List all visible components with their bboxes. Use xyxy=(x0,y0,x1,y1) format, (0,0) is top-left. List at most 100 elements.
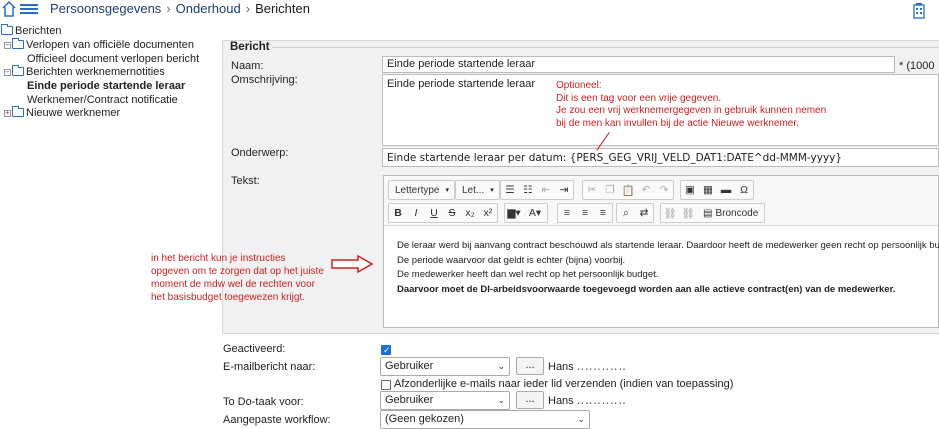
image-icon[interactable]: ▣ xyxy=(681,181,699,199)
paste-icon[interactable]: 📋 xyxy=(619,181,637,199)
chevron-down-icon: ⌄ xyxy=(497,361,505,371)
tree-item-selected[interactable]: Einde periode startende leraar xyxy=(27,79,185,93)
home-icon[interactable] xyxy=(2,1,16,17)
editor-content[interactable]: De leraar werd bij aanvang contract besc… xyxy=(384,227,939,309)
tekst-label: Tekst: xyxy=(231,175,260,187)
naam-input[interactable]: Einde periode startende leraar xyxy=(382,56,895,73)
find-icon[interactable]: ⌕ xyxy=(617,204,635,222)
tree-item-officieel[interactable]: Officieel document verlopen bericht xyxy=(27,52,199,66)
breadcrumb: Persoonsgegevens › Onderhoud › Berichten xyxy=(50,1,310,16)
numbered-list-icon[interactable]: ☰ xyxy=(501,181,519,199)
unlink-icon[interactable]: ⛓ xyxy=(679,204,697,222)
size-dropdown-label: Let... xyxy=(462,184,485,196)
link-group: ⛓ ⛓ ▤ Broncode xyxy=(660,203,766,223)
tree-item-notificatie[interactable]: Werknemer/Contract notificatie xyxy=(27,93,178,107)
top-bar: Persoonsgegevens › Onderhoud › Berichten xyxy=(0,0,939,20)
text-color-icon[interactable]: A▾ xyxy=(523,204,547,222)
annotation-line: Je zou een vrij werknemergegeven in gebr… xyxy=(556,105,827,116)
afzonderlijk-checkbox[interactable] xyxy=(381,380,391,390)
replace-icon[interactable]: ⇄ xyxy=(635,204,653,222)
workflow-select-value: (Geen gekozen) xyxy=(385,413,464,425)
breadcrumb-persoonsgegevens[interactable]: Persoonsgegevens xyxy=(50,1,161,16)
subscript-button[interactable]: x₂ xyxy=(461,204,479,222)
tree-root-label: Berichten xyxy=(15,25,62,37)
align-right-icon[interactable]: ≡ xyxy=(594,204,612,222)
italic-button[interactable]: I xyxy=(407,204,425,222)
annotation-line: moment de mdw wel de rechten voor xyxy=(151,279,315,290)
email-select[interactable]: Gebruiker ⌄ xyxy=(380,357,510,376)
breadcrumb-separator-icon: › xyxy=(166,1,171,16)
tree-group-nieuwe[interactable]: + Nieuwe werknemer xyxy=(4,106,120,120)
cut-icon[interactable]: ✂ xyxy=(583,181,601,199)
collapse-icon[interactable]: − xyxy=(4,69,11,76)
align-left-icon[interactable]: ≡ xyxy=(558,204,576,222)
breadcrumb-separator-icon: › xyxy=(245,1,251,16)
onderwerp-label: Onderwerp: xyxy=(231,147,289,159)
editor-line: De medewerker heeft dan wel recht op het… xyxy=(397,269,659,280)
tree-item-label: Einde periode startende leraar xyxy=(27,80,186,92)
onderwerp-input[interactable]: Einde startende leraar per datum: {PERS_… xyxy=(382,148,939,167)
bulleted-list-icon[interactable]: ☷ xyxy=(519,181,537,199)
editor-line: De periode waarvoor dat geldt is echter … xyxy=(397,254,626,266)
indent-icon[interactable]: ⇥ xyxy=(555,181,573,199)
todo-browse-button[interactable]: ... xyxy=(516,391,544,409)
expand-icon[interactable]: + xyxy=(4,110,11,117)
color-group: ▆▾ A▾ xyxy=(504,203,548,223)
tree-group-notities[interactable]: − Berichten werknemernotities xyxy=(4,65,165,79)
format-group: B I U S x₂ x² xyxy=(388,203,498,223)
hamburger-menu-icon[interactable] xyxy=(20,2,38,16)
table-icon[interactable]: ▦ xyxy=(699,181,717,199)
workflow-select[interactable]: (Geen gekozen) ⌄ xyxy=(380,410,590,429)
superscript-button[interactable]: x² xyxy=(479,204,497,222)
tree-root[interactable]: Berichten xyxy=(1,24,61,38)
breadcrumb-current: Berichten xyxy=(255,1,310,16)
annotation-line: in het bericht kun je instructies xyxy=(151,253,286,264)
source-button[interactable]: ▤ Broncode xyxy=(697,204,764,222)
instructies-annotation: in het bericht kun je instructies opgeve… xyxy=(151,252,324,304)
naam-required-suffix: * (1000 xyxy=(899,60,935,72)
align-center-icon[interactable]: ≡ xyxy=(576,204,594,222)
building-icon[interactable] xyxy=(911,2,927,19)
redo-icon[interactable]: ↷ xyxy=(655,181,673,199)
omschrijving-label: Omschrijving: xyxy=(231,74,298,86)
chevron-down-icon: ⌄ xyxy=(497,395,505,405)
email-browse-button[interactable]: ... xyxy=(516,357,544,375)
breadcrumb-onderhoud[interactable]: Onderhoud xyxy=(176,1,241,16)
background-color-icon[interactable]: ▆▾ xyxy=(505,204,523,222)
outdent-icon[interactable]: ⇤ xyxy=(537,181,555,199)
collapse-icon[interactable]: − xyxy=(4,42,11,49)
folder-icon xyxy=(12,65,24,76)
undo-icon[interactable]: ↶ xyxy=(637,181,655,199)
link-icon[interactable]: ⛓ xyxy=(661,204,679,222)
tree-group-label: Verlopen van officiële documenten xyxy=(26,39,194,51)
annotation-line: Optioneel: xyxy=(556,80,602,91)
section-title: Bericht xyxy=(230,41,270,53)
todo-user: Hans ‥‥‥‥‥‥ xyxy=(548,394,627,407)
tree-group-verlopen[interactable]: − Verlopen van officiële documenten xyxy=(4,38,194,52)
geactiveerd-checkbox[interactable] xyxy=(381,345,391,355)
source-label: Broncode xyxy=(715,207,759,219)
todo-select[interactable]: Gebruiker ⌄ xyxy=(380,391,510,410)
bold-button[interactable]: B xyxy=(389,204,407,222)
tree-group-label: Berichten werknemernotities xyxy=(26,66,165,78)
horizontal-line-icon[interactable]: ▬ xyxy=(717,181,735,199)
editor-line: Daarvoor moet de DI-arbeidsvoorwaarde to… xyxy=(397,283,896,295)
size-dropdown[interactable]: Let... ▾ xyxy=(455,180,500,200)
dropdown-arrow-icon: ▾ xyxy=(490,187,494,194)
underline-button[interactable]: U xyxy=(425,204,443,222)
copy-icon[interactable]: ❐ xyxy=(601,181,619,199)
editor-line: De leraar werd bij aanvang contract besc… xyxy=(397,240,939,251)
tree-group-label: Nieuwe werknemer xyxy=(26,107,121,119)
email-select-value: Gebruiker xyxy=(385,360,434,372)
afzonderlijk-label: Afzonderlijke e-mails naar ieder lid ver… xyxy=(394,378,734,390)
tree-item-label: Officieel document verlopen bericht xyxy=(27,53,200,65)
special-char-icon[interactable]: Ω xyxy=(735,181,753,199)
optioneel-annotation: Optioneel: Dit is een tag voor een vrije… xyxy=(556,80,826,130)
font-dropdown[interactable]: Lettertype ▾ xyxy=(388,180,455,200)
dropdown-arrow-icon: ▾ xyxy=(445,187,449,194)
source-icon: ▤ xyxy=(703,207,713,219)
workflow-label: Aangepaste workflow: xyxy=(223,414,331,426)
todo-select-value: Gebruiker xyxy=(385,394,434,406)
strike-button[interactable]: S xyxy=(443,204,461,222)
font-dropdown-label: Lettertype xyxy=(395,184,440,196)
